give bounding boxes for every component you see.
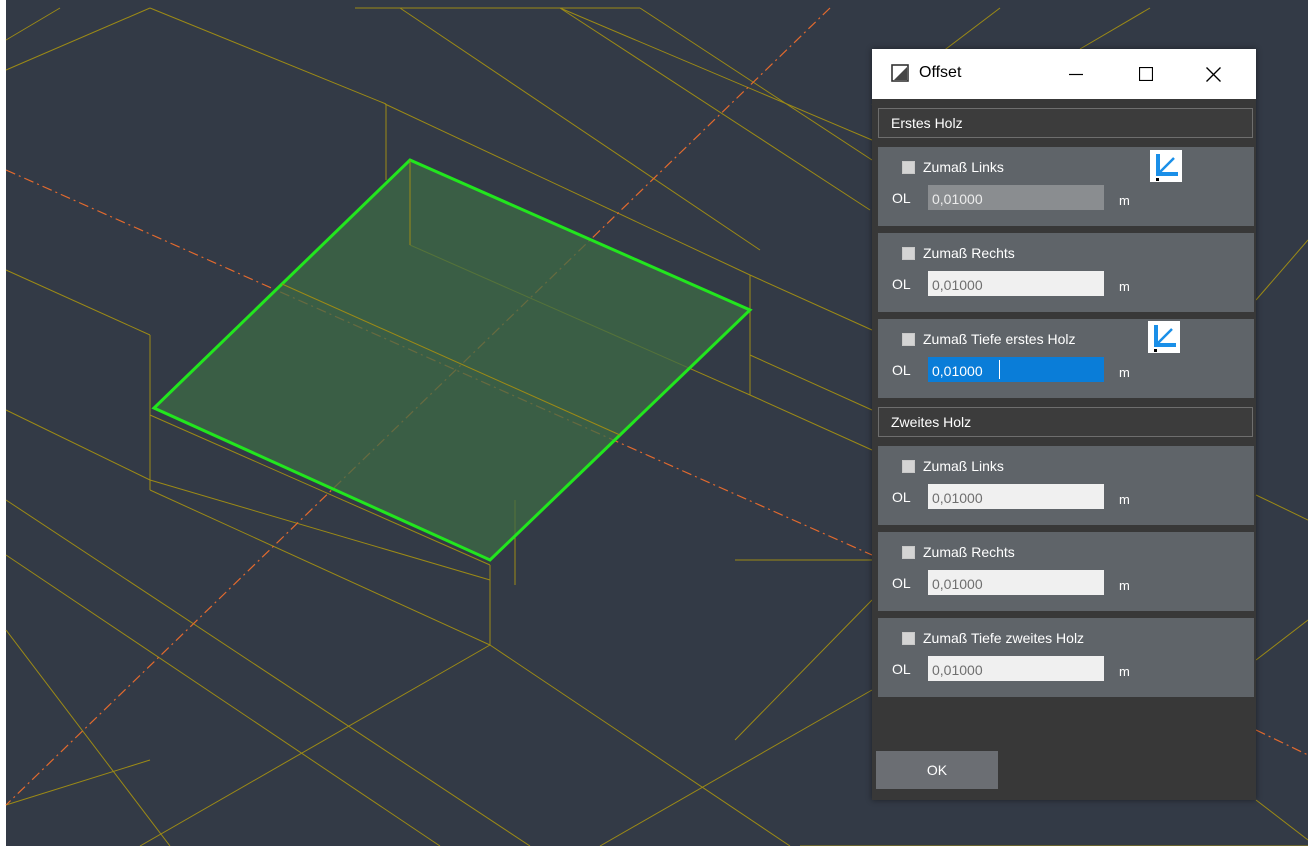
checkbox-label: Zumaß Tiefe erstes Holz [923,331,1076,347]
ol-label: OL [892,190,911,206]
unit-label: m [1119,279,1130,294]
corner-offset-button[interactable] [1148,321,1180,353]
checkbox[interactable] [902,246,915,260]
minimize-button[interactable] [1053,49,1099,99]
corner-offset-icon [1156,154,1178,181]
ol-label: OL [892,362,911,378]
group-erstes-zumass-links: Zumaß Links OL m [878,147,1254,226]
group-erstes-zumass-tiefe: Zumaß Tiefe erstes Holz OL m [878,319,1254,398]
offset-value-input[interactable] [928,656,1104,681]
maximize-icon [1139,67,1153,81]
checkbox-row[interactable]: Zumaß Tiefe erstes Holz [902,331,1076,347]
group-erstes-zumass-rechts: Zumaß Rechts OL m [878,233,1254,312]
offset-value-input[interactable] [928,484,1104,509]
checkbox[interactable] [902,459,915,473]
checkbox-row[interactable]: Zumaß Links [902,159,1004,175]
ol-label: OL [892,276,911,292]
group-zweites-zumass-tiefe: Zumaß Tiefe zweites Holz OL m [878,618,1254,697]
left-frame-edge [0,0,6,846]
unit-label: m [1119,492,1130,507]
offset-value-input[interactable] [928,570,1104,595]
offset-dialog: Offset Erstes Holz Zumaß Links OL m [872,49,1256,800]
corner-offset-button[interactable] [1150,150,1182,182]
corner-offset-icon [1154,325,1176,352]
offset-value-input[interactable] [928,271,1104,296]
section-header-erstes-holz: Erstes Holz [878,108,1253,138]
ok-button[interactable]: OK [876,751,998,789]
checkbox-row[interactable]: Zumaß Rechts [902,245,1015,261]
checkbox-label: Zumaß Tiefe zweites Holz [923,630,1085,646]
checkbox-label: Zumaß Links [923,458,1004,474]
minimize-icon [1069,73,1083,76]
checkbox-label: Zumaß Links [923,159,1004,175]
unit-label: m [1119,664,1130,679]
ol-label: OL [892,661,911,677]
checkbox-row[interactable]: Zumaß Links [902,458,1004,474]
section-header-zweites-holz: Zweites Holz [878,407,1253,437]
checkbox-row[interactable]: Zumaß Tiefe zweites Holz [902,630,1085,646]
dialog-title: Offset [919,64,962,81]
ol-label: OL [892,575,911,591]
unit-label: m [1119,193,1130,208]
group-zweites-zumass-rechts: Zumaß Rechts OL m [878,532,1254,611]
offset-icon [891,64,909,82]
checkbox[interactable] [902,332,915,346]
unit-label: m [1119,578,1130,593]
text-caret [999,360,1000,379]
close-button[interactable] [1190,49,1236,99]
checkbox-label: Zumaß Rechts [923,245,1015,261]
unit-label: m [1119,365,1130,380]
group-zweites-zumass-links: Zumaß Links OL m [878,446,1254,525]
checkbox[interactable] [902,631,915,645]
dialog-titlebar[interactable]: Offset [872,49,1256,99]
checkbox-label: Zumaß Rechts [923,544,1015,560]
close-icon [1205,66,1221,82]
offset-value-input[interactable] [928,357,1104,382]
checkbox-row[interactable]: Zumaß Rechts [902,544,1015,560]
ol-label: OL [892,489,911,505]
checkbox[interactable] [902,160,915,174]
maximize-button[interactable] [1123,49,1169,99]
checkbox[interactable] [902,545,915,559]
offset-value-input [928,185,1104,210]
